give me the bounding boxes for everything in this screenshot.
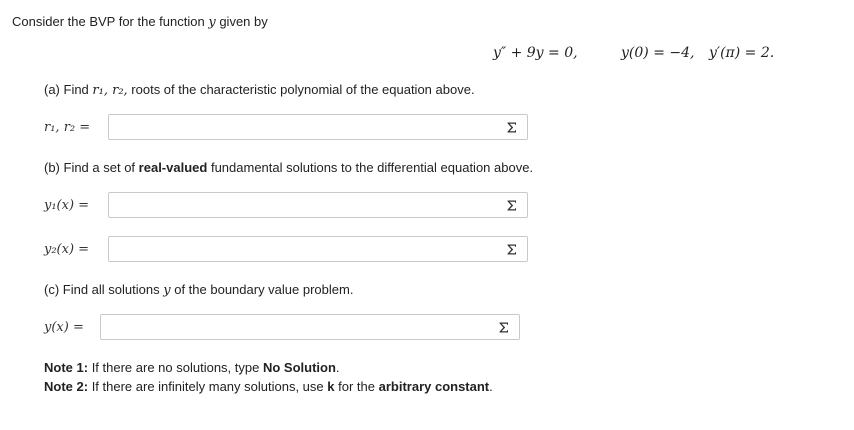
intro-var: y bbox=[208, 15, 216, 30]
note-1: Note 1: If there are no solutions, type … bbox=[44, 360, 340, 375]
note-2: Note 2: If there are infinitely many sol… bbox=[44, 379, 493, 394]
r1-r2-label: r₁, r₂ = bbox=[44, 120, 91, 135]
sigma-icon[interactable] bbox=[497, 115, 527, 139]
note-2-bold-end: arbitrary constant bbox=[378, 379, 490, 394]
boundary-condition-2: y′(π) = 2. bbox=[709, 45, 775, 61]
part-c-var: y bbox=[163, 283, 171, 298]
part-c-text-pre: (c) Find all solutions bbox=[44, 282, 160, 297]
part-b-bold: real-valued bbox=[138, 160, 208, 175]
roots-input[interactable] bbox=[109, 115, 497, 139]
sigma-icon[interactable] bbox=[497, 193, 527, 217]
note-1-label: Note 1: bbox=[44, 360, 89, 375]
note-2-mid: for the bbox=[338, 379, 375, 394]
part-a-vars: r₁, r₂, bbox=[92, 83, 128, 98]
intro-tail: given by bbox=[219, 14, 268, 29]
part-b-prompt: (b) Find a set of real-valued fundamenta… bbox=[44, 160, 533, 175]
y-label: y(x) = bbox=[44, 320, 84, 335]
y-input[interactable] bbox=[101, 315, 489, 339]
note-1-bold: No Solution bbox=[262, 360, 336, 375]
boundary-condition-1: y(0) = −4, bbox=[621, 45, 695, 61]
ode-equation: y″ + 9y = 0, bbox=[493, 45, 578, 61]
y-field[interactable] bbox=[100, 314, 520, 340]
y2-label: y₂(x) = bbox=[44, 242, 90, 257]
y2-field[interactable] bbox=[108, 236, 528, 262]
part-b-text-pre: (b) Find a set of bbox=[44, 160, 136, 175]
note-1-end: . bbox=[335, 360, 340, 375]
note-2-bold-k: k bbox=[327, 379, 335, 394]
intro-text: Consider the BVP for the function y give… bbox=[12, 14, 268, 30]
sigma-icon[interactable] bbox=[489, 315, 519, 339]
note-2-end: . bbox=[489, 379, 493, 394]
part-b-text-post: fundamental solutions to the differentia… bbox=[210, 160, 534, 175]
part-c-text-post: of the boundary value problem. bbox=[174, 282, 354, 297]
note-2-text: If there are infinitely many solutions, … bbox=[91, 379, 324, 394]
y1-input[interactable] bbox=[109, 193, 497, 217]
part-a-text-pre: (a) Find bbox=[44, 82, 89, 97]
sigma-icon[interactable] bbox=[497, 237, 527, 261]
y1-label: y₁(x) = bbox=[44, 198, 90, 213]
roots-field[interactable] bbox=[108, 114, 528, 140]
part-c-prompt: (c) Find all solutions y of the boundary… bbox=[44, 282, 353, 298]
part-a-text-post: roots of the characteristic polynomial o… bbox=[131, 82, 475, 97]
y1-field[interactable] bbox=[108, 192, 528, 218]
y2-input[interactable] bbox=[109, 237, 497, 261]
note-1-text: If there are no solutions, type bbox=[91, 360, 260, 375]
intro-label: Consider the BVP for the function bbox=[12, 14, 205, 29]
part-a-prompt: (a) Find r₁, r₂, roots of the characteri… bbox=[44, 82, 475, 98]
note-2-label: Note 2: bbox=[44, 379, 89, 394]
